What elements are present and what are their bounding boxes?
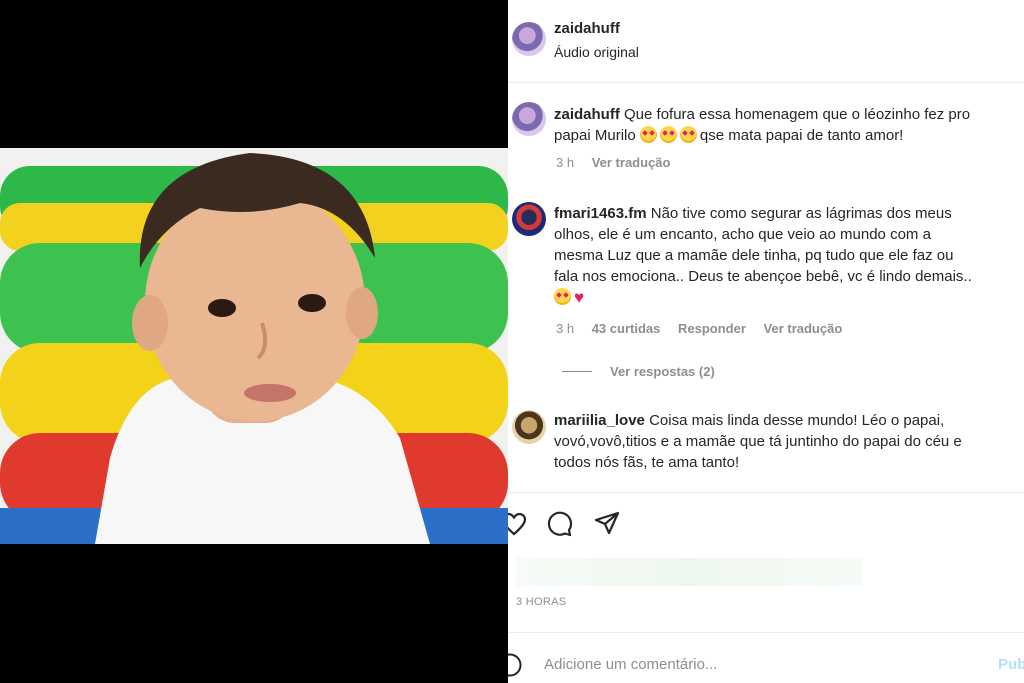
comment-body: fmari1463.fm Não tive como segurar as lá… [554, 203, 1024, 308]
comment-text: Que fofura essa homenagem que o léozinho… [624, 106, 971, 123]
comment-username[interactable]: fmari1463.fm [554, 205, 647, 222]
post-time[interactable]: 3 HORAS [516, 596, 566, 608]
publish-button[interactable]: Pub [998, 656, 1024, 673]
heart-eyes-emoji-icon [639, 126, 657, 143]
author-avatar[interactable] [512, 22, 546, 56]
video-player[interactable] [0, 148, 508, 544]
comment-meta: 3 h Ver tradução [556, 155, 684, 170]
comment-avatar[interactable] [512, 102, 546, 136]
comment-icon[interactable] [545, 510, 573, 538]
comment-avatar[interactable] [512, 410, 546, 444]
media-panel [0, 0, 508, 683]
comment-text: Não tive como segurar as lágrimas dos me… [650, 205, 952, 222]
comment-meta: 3 h 43 curtidas Responder Ver tradução [556, 321, 856, 336]
comment-text: papai Murilo [554, 127, 636, 144]
video-frame [0, 148, 508, 544]
heart-eyes-emoji-icon [679, 126, 697, 143]
likes-placeholder [516, 558, 862, 586]
likes-count[interactable]: 43 curtidas [592, 321, 661, 336]
comment-time[interactable]: 3 h [556, 321, 574, 336]
comment-time[interactable]: 3 h [556, 155, 574, 170]
view-replies-link[interactable]: Ver respostas (2) [610, 364, 715, 379]
actions-divider [508, 492, 1024, 493]
emoji-icon[interactable] [508, 651, 524, 679]
comment-input-divider [508, 632, 1024, 633]
comment-text: mesma Luz que a mamãe dele tinha, pq tud… [554, 247, 954, 264]
comment-avatar[interactable] [512, 202, 546, 236]
comment-text: olhos, ele é um encanto, acho que veio a… [554, 226, 931, 243]
translate-link[interactable]: Ver tradução [592, 155, 671, 170]
reply-link[interactable]: Responder [678, 321, 746, 336]
add-comment-input[interactable]: Adicione um comentário... [544, 656, 717, 673]
comment-username[interactable]: mariilia_love [554, 412, 645, 429]
author-username[interactable]: zaidahuff [554, 20, 620, 37]
comment-body: zaidahuff Que fofura essa homenagem que … [554, 104, 1022, 146]
view-replies-line [562, 371, 592, 372]
translate-link[interactable]: Ver tradução [764, 321, 843, 336]
heart-eyes-emoji-icon [554, 288, 571, 305]
heart-icon[interactable] [508, 510, 528, 538]
comment-username[interactable]: zaidahuff [554, 106, 620, 123]
comment-body: mariilia_love Coisa mais linda desse mun… [554, 410, 1024, 473]
red-heart-emoji-icon: ♥ [574, 288, 585, 307]
audio-label[interactable]: Áudio original [554, 44, 639, 60]
heart-eyes-emoji-icon [659, 126, 677, 143]
comment-text: Coisa mais linda desse mundo! Léo o papa… [649, 412, 945, 429]
comment-text: fala nos emociona.. Deus te abençoe bebê… [554, 268, 972, 285]
comment-text: vovó,vovô,titios e a mamãe que tá juntin… [554, 433, 962, 450]
share-icon[interactable] [593, 509, 621, 537]
comment-text: qse mata papai de tanto amor! [699, 127, 904, 144]
comment-text: todos nós fãs, te ama tanto! [554, 454, 740, 471]
header-divider [508, 82, 1024, 83]
post-panel: zaidahuff Áudio original zaidahuff Que f… [508, 0, 1024, 683]
